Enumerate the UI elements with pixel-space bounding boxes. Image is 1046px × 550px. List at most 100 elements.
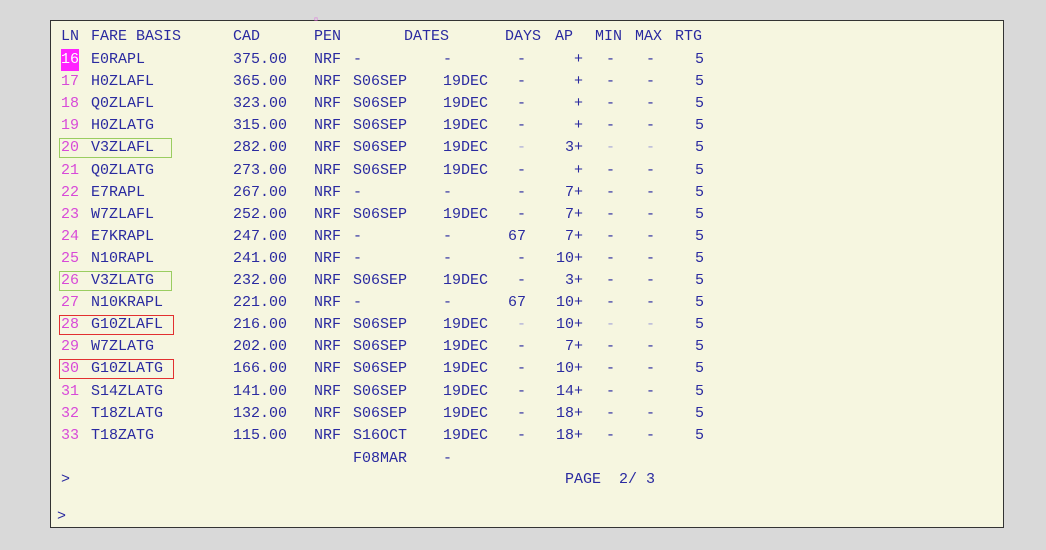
fare-basis-code[interactable]: H0ZLAFL (91, 71, 154, 93)
date-to: 19DEC (443, 382, 489, 400)
fare-basis-code[interactable]: W7ZLAFL (91, 204, 154, 226)
advance-purchase: + (573, 73, 583, 91)
max-stay: - (646, 117, 656, 135)
max-stay: - (646, 294, 656, 312)
command-prompt[interactable]: > (61, 469, 70, 491)
row-line-number[interactable]: 22 (61, 182, 79, 204)
row-line-number[interactable]: 29 (61, 336, 79, 358)
row-line-number[interactable]: 17 (61, 71, 79, 93)
routing-number: 5 (694, 117, 704, 135)
fare-amount-cad: 202.00 (233, 338, 288, 356)
fare-basis-code[interactable]: N10RAPL (91, 248, 154, 270)
date-to: - (443, 249, 453, 267)
fare-display-terminal[interactable]: ¤ LN FARE BASIS CAD PEN DATES DAYS AP MI… (50, 16, 1004, 528)
penalty-code: NRF (314, 316, 342, 334)
fare-basis-code[interactable]: E7KRAPL (91, 226, 154, 248)
date-to: - (443, 183, 453, 201)
row-line-number[interactable]: 16 (61, 49, 80, 71)
max-stay: - (646, 139, 656, 157)
days-value: - (516, 117, 526, 135)
header-ap: AP (555, 28, 574, 45)
fare-basis-code[interactable]: S14ZLATG (91, 381, 163, 403)
fare-amount-cad: 241.00 (233, 249, 288, 267)
header-rtg: RTG (675, 28, 703, 45)
fare-basis-code[interactable]: H0ZLATG (91, 115, 154, 137)
header-pen: PEN (314, 28, 342, 45)
date-from: S06SEP (353, 139, 408, 157)
row-line-number[interactable]: 33 (61, 425, 79, 447)
penalty-code: NRF (314, 360, 342, 378)
penalty-code: NRF (314, 117, 342, 135)
row-line-number[interactable]: 27 (61, 292, 79, 314)
max-stay: - (646, 360, 656, 378)
fare-basis-code[interactable]: E0RAPL (91, 49, 145, 71)
fare-amount-cad: 282.00 (233, 139, 288, 157)
command-prompt-input[interactable]: > (57, 506, 66, 528)
date-to: 19DEC (443, 426, 489, 444)
max-stay: - (646, 73, 656, 91)
date-to: 19DEC (443, 161, 489, 179)
min-stay: - (606, 316, 616, 334)
fare-basis-code[interactable]: Q0ZLAFL (91, 93, 154, 115)
date-to: 19DEC (443, 404, 489, 422)
penalty-code: NRF (314, 161, 342, 179)
header-days: DAYS (505, 28, 542, 45)
min-stay: - (606, 73, 616, 91)
fare-basis-code[interactable]: W7ZLATG (91, 336, 154, 358)
fare-basis-code[interactable]: T18ZATG (91, 425, 154, 447)
min-stay: - (606, 161, 616, 179)
advance-purchase: 18+ (555, 404, 583, 422)
advance-purchase: + (573, 51, 583, 68)
penalty-code: NRF (314, 205, 342, 223)
page-indicator: PAGE 2/ 3 (565, 471, 656, 488)
min-stay: - (606, 249, 616, 267)
date-from: S06SEP (353, 95, 408, 113)
row-line-number[interactable]: 19 (61, 115, 79, 137)
date-from: S06SEP (353, 205, 408, 223)
penalty-code: NRF (314, 294, 342, 312)
days-value: - (516, 95, 526, 113)
date-to: - (443, 294, 453, 312)
penalty-code: NRF (314, 73, 342, 91)
row-line-number[interactable]: 23 (61, 204, 79, 226)
date-from: S16OCT (353, 426, 408, 444)
min-stay: - (606, 272, 616, 289)
routing-number: 5 (694, 205, 704, 223)
min-stay: - (606, 227, 616, 245)
row-line-number[interactable]: 31 (61, 381, 79, 403)
fare-amount-cad: 216.00 (233, 316, 288, 334)
routing-number: 5 (694, 316, 704, 334)
fare-basis-code[interactable]: E7RAPL (91, 182, 145, 204)
fare-basis-code[interactable]: Q0ZLATG (91, 160, 154, 182)
min-stay: - (606, 95, 616, 113)
min-stay: - (606, 117, 616, 135)
routing-number: 5 (694, 360, 704, 378)
date-from: S06SEP (353, 382, 408, 400)
min-stay: - (606, 426, 616, 444)
date-to: 19DEC (443, 117, 489, 135)
days-value: - (516, 382, 526, 400)
routing-number: 5 (694, 95, 704, 113)
advance-purchase: 7+ (564, 338, 583, 356)
fare-basis-code[interactable]: N10KRAPL (91, 292, 163, 314)
fare-amount-cad: 315.00 (233, 117, 288, 135)
row-line-number[interactable]: 18 (61, 93, 79, 115)
date-to: 19DEC (443, 73, 489, 91)
row-line-number[interactable]: 24 (61, 226, 79, 248)
highlight-box-red (59, 359, 174, 380)
min-stay: - (606, 404, 616, 422)
row-line-number[interactable]: 25 (61, 248, 79, 270)
date-to: 19DEC (443, 272, 489, 289)
date-from: - (353, 227, 363, 245)
max-stay: - (646, 404, 656, 422)
routing-number: 5 (694, 227, 704, 245)
row-line-number[interactable]: 21 (61, 160, 79, 182)
days-value: - (516, 73, 526, 91)
routing-number: 5 (694, 382, 704, 400)
row-line-number[interactable]: 32 (61, 403, 79, 425)
highlight-box-red (59, 315, 174, 336)
date-from: - (353, 183, 363, 201)
max-stay: - (646, 426, 656, 444)
advance-purchase: 10+ (555, 249, 583, 267)
fare-basis-code[interactable]: T18ZLATG (91, 403, 163, 425)
